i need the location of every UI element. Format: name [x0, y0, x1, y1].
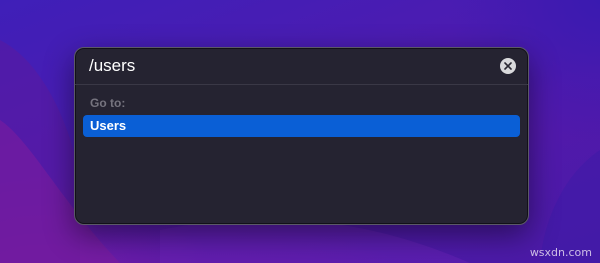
go-to-folder-dialog: Go to: Users — [74, 47, 529, 225]
result-item-users[interactable]: Users — [83, 115, 520, 137]
path-input[interactable] — [89, 56, 500, 76]
close-icon — [504, 62, 512, 70]
watermark: wsxdn.com — [529, 246, 592, 259]
go-to-label: Go to: — [90, 96, 126, 110]
clear-button[interactable] — [500, 58, 516, 74]
path-input-row — [75, 48, 528, 85]
result-item-label: Users — [90, 118, 127, 133]
